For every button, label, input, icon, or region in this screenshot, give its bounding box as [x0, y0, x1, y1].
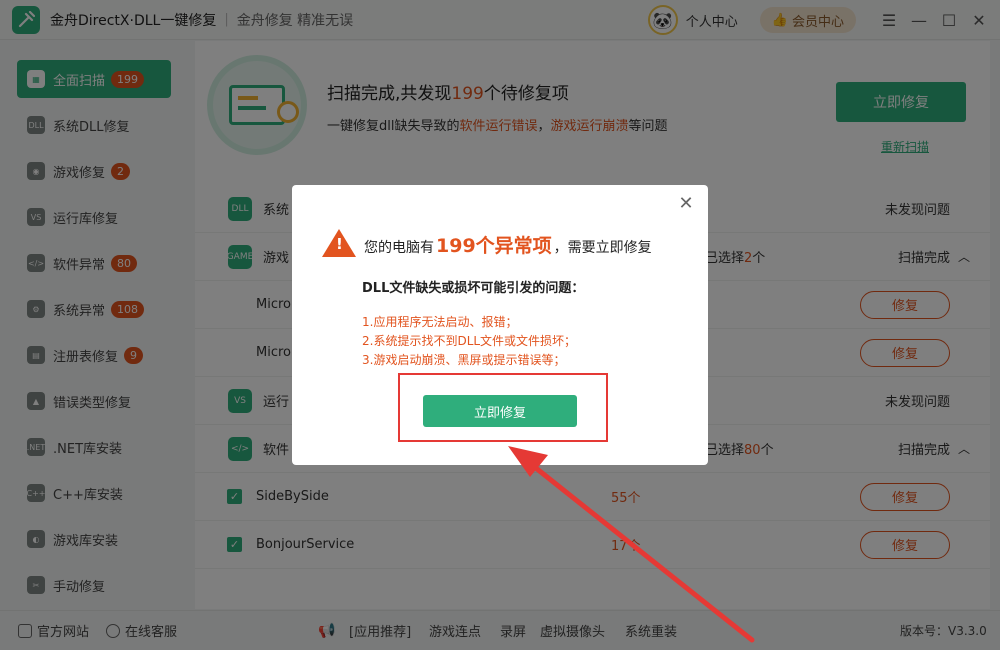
close-icon[interactable]: ✕: [676, 193, 696, 214]
warning-icon: !: [322, 229, 356, 257]
dialog-issue-line-2: 2.系统提示找不到DLL文件或文件损坏；: [362, 334, 577, 348]
dialog-issue-line-1: 1.应用程序无法启动、报错；: [362, 315, 518, 329]
repair-dialog: ✕ ! 您的电脑有 199个异常项 ，需要立即修复 DLL文件缺失或损坏可能引发…: [292, 185, 708, 465]
dialog-issue-line-3: 3.游戏启动崩溃、黑屏或提示错误等；: [362, 353, 566, 367]
dialog-title: 您的电脑有 199个异常项 ，需要立即修复: [364, 231, 652, 258]
dialog-fix-now-button[interactable]: 立即修复: [423, 395, 577, 427]
dialog-subtitle: DLL文件缺失或损坏可能引发的问题：: [362, 281, 585, 296]
dialog-issue-count: 199个异常项: [436, 235, 552, 257]
